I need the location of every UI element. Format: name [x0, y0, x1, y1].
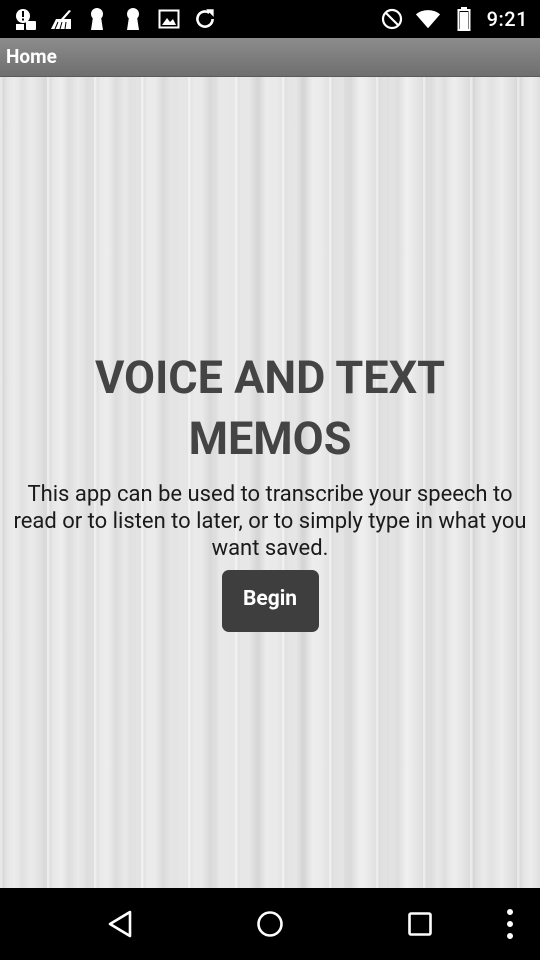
overflow-menu-icon: [507, 909, 513, 939]
do-not-disturb-icon: [379, 6, 405, 32]
status-bar-system: 9:21: [379, 5, 528, 33]
status-bar: 9:21: [0, 0, 540, 38]
sync-icon: [192, 6, 218, 32]
app-description: This app can be used to transcribe your …: [13, 482, 527, 561]
home-button[interactable]: [230, 888, 310, 960]
keyhole-icon: [120, 6, 146, 32]
navigation-bar: [0, 888, 540, 960]
page-title: Home: [6, 45, 57, 68]
action-bar: Home: [0, 38, 540, 77]
battery-icon: [451, 6, 477, 32]
broom-icon: [48, 6, 74, 32]
recents-icon: [408, 912, 432, 936]
back-icon: [108, 910, 132, 938]
keyhole-icon: [84, 6, 110, 32]
intro-panel: VOICE AND TEXT MEMOS This app can be use…: [0, 347, 540, 632]
wifi-icon: [415, 6, 441, 32]
back-button[interactable]: [80, 888, 160, 960]
recents-button[interactable]: [380, 888, 460, 960]
app-title: VOICE AND TEXT MEMOS: [94, 351, 446, 465]
begin-button[interactable]: Begin: [221, 570, 319, 632]
status-bar-notifications: [12, 5, 218, 33]
clock-time: 9:21: [486, 7, 528, 31]
overflow-menu-button[interactable]: [470, 888, 540, 960]
notification-alert-icon: [12, 6, 38, 32]
image-icon: [156, 6, 182, 32]
home-icon: [257, 911, 283, 937]
main-content: VOICE AND TEXT MEMOS This app can be use…: [0, 77, 540, 888]
